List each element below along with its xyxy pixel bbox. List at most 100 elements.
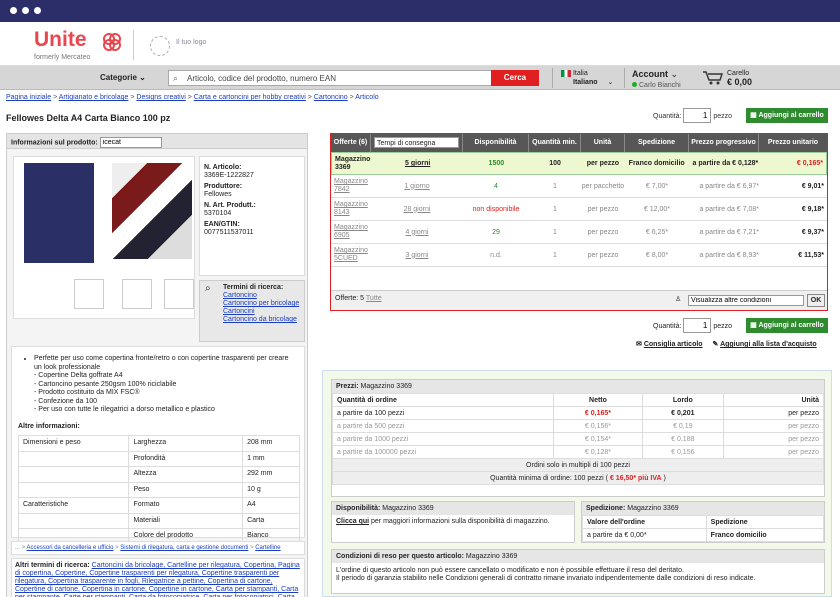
recommend-link[interactable]: Consiglia articolo bbox=[644, 341, 703, 348]
info-source-input[interactable] bbox=[99, 137, 162, 148]
quantity-input-2[interactable] bbox=[683, 318, 712, 333]
offer-seller[interactable]: Magazzino 8143 bbox=[331, 201, 371, 217]
offer-time[interactable]: 28 giorni bbox=[371, 206, 463, 213]
all-offers-link[interactable]: Tutte bbox=[366, 295, 382, 302]
add-to-cart-button[interactable]: ▦ Aggiungi al carrello bbox=[746, 108, 828, 123]
logo[interactable]: Unite bbox=[34, 28, 87, 52]
offer-ship: Franco domicilio bbox=[628, 160, 685, 167]
country-selector[interactable]: Italia Italiano ⌄ bbox=[561, 69, 613, 87]
prices-box: Prezzi: Magazzino 3369 Quantità di ordin… bbox=[331, 379, 825, 497]
column-header[interactable]: Offerte (6) bbox=[331, 134, 371, 152]
offer-price: € 11,53* bbox=[798, 251, 824, 259]
thumbnail[interactable] bbox=[74, 279, 104, 309]
offer-time[interactable]: 3 giorni bbox=[371, 252, 463, 259]
price-cell: a partire da 500 pezzi bbox=[331, 419, 555, 433]
search-term-link[interactable]: Cartoncino per bricolage bbox=[223, 300, 301, 308]
other-conditions-input[interactable] bbox=[688, 295, 804, 306]
offer-min: 1 bbox=[553, 228, 557, 236]
custom-logo-text: Il tuo logo bbox=[176, 39, 207, 46]
offer-row[interactable]: Magazzino 5CUED 3 giorni n.d. 1 per pezzo € 8… bbox=[331, 244, 827, 267]
offer-seller[interactable]: Magazzino 3369 bbox=[332, 156, 372, 172]
breadcrumb-link[interactable]: Designs creativi bbox=[136, 94, 185, 101]
breadcrumb-link[interactable]: Artigianato e bricolage bbox=[59, 94, 129, 101]
online-status-icon bbox=[632, 82, 637, 87]
product-description: Perfette per uso come copertina fronte/r… bbox=[11, 346, 305, 545]
wishlist-link[interactable]: Aggiungi alla lista d'acquisto bbox=[720, 341, 817, 348]
breadcrumb-separator: > bbox=[305, 94, 314, 101]
breadcrumb-link[interactable]: Sistemi di rilegatura, carta e gestione … bbox=[120, 545, 248, 551]
attribute-name: Profondità bbox=[128, 450, 244, 467]
product-attributes: N. Articolo: 3369E-1222827 Produttore: Fel… bbox=[199, 156, 305, 276]
italy-flag-icon bbox=[561, 69, 571, 77]
site-header: Unite formerly Mercateo Il tuo logo bbox=[0, 22, 840, 66]
search-term-link[interactable]: Cartoncino bbox=[223, 292, 301, 300]
shipping-header: Spedizione: Magazzino 3369 bbox=[582, 502, 824, 515]
account-menu[interactable]: Account ⌄ Carlo Bianchi bbox=[632, 69, 681, 91]
cart-icon[interactable] bbox=[702, 71, 724, 85]
search-button[interactable]: Cerca bbox=[491, 70, 539, 86]
offer-row[interactable]: Magazzino 7842 1 giorno 4 1 per pacchetto € 7… bbox=[331, 175, 827, 198]
attribute-group bbox=[17, 481, 130, 498]
breadcrumb-link[interactable]: Cartoncino bbox=[314, 94, 348, 101]
window-dot[interactable] bbox=[10, 7, 17, 14]
quantity-input[interactable] bbox=[683, 108, 712, 123]
breadcrumb-link[interactable]: Carta e cartoncini per hobby creativi bbox=[194, 94, 306, 101]
person-icon: ♙ bbox=[675, 296, 682, 303]
offer-unit: per pezzo bbox=[587, 251, 619, 259]
product-image[interactable] bbox=[24, 163, 94, 263]
offer-seller[interactable]: Magazzino 6905 bbox=[331, 224, 371, 240]
window-dot[interactable] bbox=[22, 7, 29, 14]
product-info-panel: Informazioni sul prodotto: N. Articolo:3… bbox=[6, 133, 308, 597]
thumbnail[interactable] bbox=[164, 279, 194, 309]
cart-summary[interactable]: Carello € 0,00 bbox=[727, 69, 752, 88]
offer-row[interactable]: Magazzino 6905 4 giorni 29 1 per pezzo € 6,25… bbox=[331, 221, 827, 244]
shipping-box: Spedizione: Magazzino 3369 Valore dell'o… bbox=[581, 501, 825, 543]
divider bbox=[552, 68, 553, 88]
column-header[interactable]: Unità bbox=[581, 134, 625, 152]
offer-avail: n.d. bbox=[490, 251, 502, 259]
logo-subtitle: formerly Mercateo bbox=[34, 54, 91, 61]
offer-row[interactable]: Magazzino 3369 5 giorni 1500 100 per pezzo Fr… bbox=[331, 152, 827, 175]
window-dot[interactable] bbox=[34, 7, 41, 14]
offer-row[interactable]: Magazzino 8143 28 giorni non disponibile 1 p… bbox=[331, 198, 827, 221]
offer-time[interactable]: 5 giorni bbox=[372, 160, 464, 167]
add-to-cart-button-2[interactable]: ▦ Aggiungi al carrello bbox=[746, 318, 828, 333]
offer-unit: per pezzo bbox=[587, 228, 619, 236]
column-header[interactable]: Prezzo unitario bbox=[759, 134, 827, 152]
price-cell: € 0,154* bbox=[553, 432, 643, 446]
search-term-link[interactable]: Cartoncini bbox=[223, 308, 301, 316]
price-cell: per pezzo bbox=[723, 445, 824, 459]
edit-icon: ✎ bbox=[712, 341, 719, 348]
offer-time[interactable]: 4 giorni bbox=[371, 229, 463, 236]
breadcrumb-link[interactable]: Accessori da cancelleria e ufficio bbox=[27, 545, 114, 551]
column-header[interactable]: Disponibilità bbox=[463, 134, 529, 152]
search-input[interactable]: ⌕ Articolo, codice del prodotto, numero … bbox=[168, 70, 498, 86]
sort-select[interactable]: Tempi di consegna bbox=[374, 137, 459, 148]
price-cell: a partire da 1000 pezzi bbox=[331, 432, 555, 446]
breadcrumb-separator: > bbox=[185, 94, 194, 101]
categories-menu[interactable]: Categorie ⌄ bbox=[100, 73, 146, 82]
category-breadcrumb: ... > Accessori da cancelleria e ufficio… bbox=[11, 541, 305, 555]
ok-button[interactable]: OK bbox=[807, 294, 825, 307]
product-image-area[interactable] bbox=[13, 156, 195, 319]
shipping-table: Valore dell'ordine Spedizione a partire d… bbox=[582, 515, 825, 542]
column-header[interactable]: Spedizione bbox=[625, 134, 689, 152]
availability-box: Disponibilità: Magazzino 3369 Clicca qui… bbox=[331, 501, 575, 543]
offer-seller[interactable]: Magazzino 7842 bbox=[331, 178, 371, 194]
details-panel: Prezzi: Magazzino 3369 Quantità di ordin… bbox=[322, 370, 832, 597]
column-header[interactable]: Quantità min. bbox=[529, 134, 581, 152]
column-header[interactable]: Prezzo progressivo bbox=[689, 134, 759, 152]
offer-prog: a partire da € 7,21* bbox=[699, 228, 759, 236]
offer-seller[interactable]: Magazzino 5CUED bbox=[331, 247, 371, 263]
price-cell: a partire da 100 pezzi bbox=[331, 406, 555, 420]
availability-link[interactable]: Clicca qui bbox=[336, 518, 369, 525]
breadcrumb-link[interactable]: Cartelline bbox=[255, 545, 280, 551]
offer-time[interactable]: 1 giorno bbox=[371, 183, 463, 190]
search-term-link[interactable]: Cartoncino da bricolage bbox=[223, 316, 301, 324]
offer-min: 1 bbox=[553, 205, 557, 213]
quantity-control: Quantità: pezzo bbox=[653, 108, 732, 123]
description-item: - Per uso con tutte le rilegatrici a dor… bbox=[34, 406, 215, 413]
thumbnail[interactable] bbox=[122, 279, 152, 309]
breadcrumb-link[interactable]: Pagina iniziale bbox=[6, 94, 51, 101]
search-icon: ⌕ bbox=[205, 283, 211, 294]
